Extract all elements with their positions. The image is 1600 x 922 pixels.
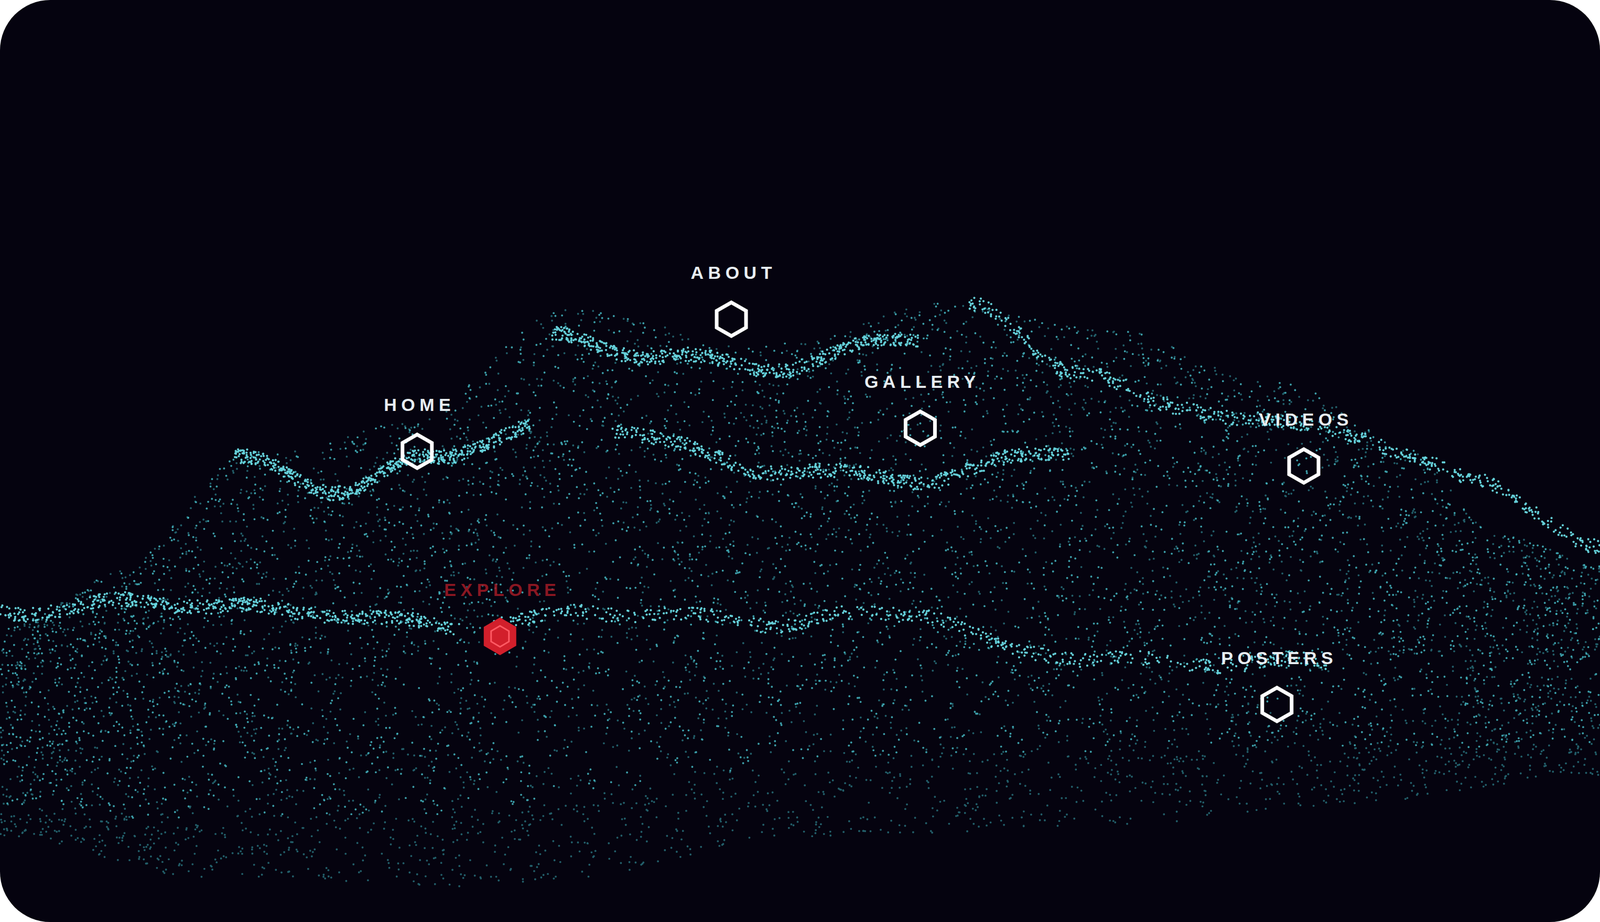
active-hexagon-icon[interactable] xyxy=(479,615,522,658)
nav-node[interactable]: VIDEOS xyxy=(1254,408,1354,488)
nav-label[interactable]: ABOUT xyxy=(686,262,777,284)
nav-node[interactable]: ABOUT xyxy=(686,262,777,341)
hexagon-icon[interactable] xyxy=(899,407,942,450)
nav-label[interactable]: GALLERY xyxy=(859,371,980,393)
nav-node[interactable]: POSTERS xyxy=(1216,647,1338,726)
hexagon-icon[interactable] xyxy=(1282,445,1325,488)
hexagon-icon[interactable] xyxy=(396,430,439,473)
nav-node[interactable]: GALLERY xyxy=(859,371,980,450)
nav-label[interactable]: POSTERS xyxy=(1216,647,1338,669)
nav-node[interactable]: EXPLORE xyxy=(439,579,561,658)
nav-label[interactable]: VIDEOS xyxy=(1254,408,1354,431)
hexagon-icon[interactable] xyxy=(1256,683,1299,726)
page: ABOUT HOME GALLERY VIDEOS EXPLORE POSTERS xyxy=(0,0,1600,922)
nav-label[interactable]: EXPLORE xyxy=(439,579,561,601)
particle-terrain xyxy=(0,0,1600,922)
scene: ABOUT HOME GALLERY VIDEOS EXPLORE POSTERS xyxy=(0,0,1600,922)
nav-node[interactable]: HOME xyxy=(379,394,456,473)
hexagon-icon[interactable] xyxy=(710,298,753,341)
nav-label[interactable]: HOME xyxy=(379,394,456,416)
